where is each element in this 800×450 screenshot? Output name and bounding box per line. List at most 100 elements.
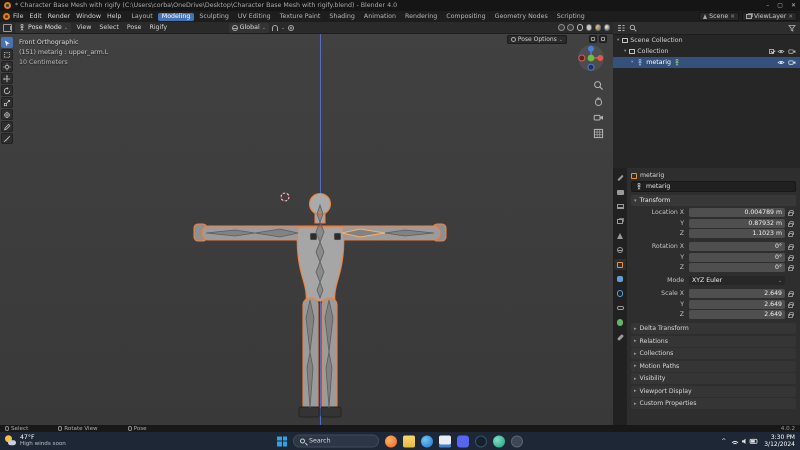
delta-transform-panel[interactable]: ▸ Delta Transform (631, 323, 796, 334)
lock-icon[interactable] (788, 244, 795, 251)
location-z-field[interactable]: 1.1023 m (689, 229, 785, 239)
measure-tool-button[interactable] (1, 133, 13, 144)
tab-shading[interactable]: Shading (325, 13, 359, 21)
move-tool-button[interactable] (1, 73, 13, 84)
outliner-row-scene-collection[interactable]: ▾ Scene Collection (613, 35, 800, 46)
tab-sculpting[interactable]: Sculpting (195, 13, 232, 21)
taskbar-app-icon[interactable] (475, 435, 487, 447)
tab-compositing[interactable]: Compositing (442, 13, 489, 21)
tool-tab-icon[interactable] (614, 172, 626, 183)
shading-options-icon[interactable] (599, 35, 607, 43)
select-menu[interactable]: Select (97, 24, 121, 31)
viewport-display-panel[interactable]: ▸ Viewport Display (631, 385, 796, 397)
tab-scripting[interactable]: Scripting (553, 13, 589, 21)
mode-dropdown[interactable]: Pose Mode ⌄ (15, 22, 71, 33)
overlays-toggle-icon[interactable] (567, 24, 574, 31)
object-name-field[interactable]: metarig (631, 181, 796, 192)
outliner-editor-icon[interactable] (617, 24, 625, 32)
tab-uv-editing[interactable]: UV Editing (234, 13, 275, 21)
xray-toggle-icon[interactable] (589, 35, 597, 43)
snap-options-icon[interactable]: ⌄ (281, 25, 285, 31)
scale-z-field[interactable]: 2.649 (689, 310, 785, 320)
filter-icon[interactable] (788, 24, 796, 32)
editor-type-icon[interactable] (3, 23, 12, 32)
object-data-tab-icon[interactable] (614, 317, 626, 328)
viewlayer-unlink-icon[interactable]: ✕ (788, 14, 793, 20)
rendered-shading-icon[interactable] (603, 24, 610, 31)
navigation-gizmo[interactable] (576, 43, 606, 73)
eye-icon[interactable] (777, 59, 785, 66)
constraints-tab-icon[interactable] (614, 303, 626, 314)
solid-shading-icon[interactable] (585, 24, 592, 31)
viewlayer-tab-icon[interactable] (614, 216, 626, 227)
relations-panel[interactable]: ▸ Relations (631, 335, 796, 347)
rigify-menu[interactable]: Rigify (147, 24, 170, 31)
tab-modeling[interactable]: Modeling (157, 12, 195, 21)
gizmo-toggle-icon[interactable] (557, 24, 565, 31)
lock-icon[interactable] (788, 210, 795, 217)
scene-unlink-icon[interactable]: ✕ (730, 14, 735, 20)
material-shading-icon[interactable] (594, 24, 601, 31)
pose-options-dropdown[interactable]: Pose Options ⌄ (506, 35, 567, 44)
menu-file[interactable]: File (10, 13, 27, 20)
expand-icon[interactable]: ▾ (631, 60, 633, 65)
tab-texture-paint[interactable]: Texture Paint (276, 13, 325, 21)
collections-panel[interactable]: ▸ Collections (631, 348, 796, 359)
pose-menu[interactable]: Pose (124, 24, 144, 31)
start-button[interactable] (277, 436, 287, 446)
tab-layout[interactable]: Layout (127, 13, 156, 21)
snap-magnet-icon[interactable] (271, 24, 278, 31)
rotation-z-field[interactable]: 0° (689, 263, 785, 273)
rotation-y-field[interactable]: 0° (689, 252, 785, 262)
proportional-editing-icon[interactable] (288, 24, 295, 31)
lock-icon[interactable] (788, 254, 795, 261)
scene-tab-icon[interactable] (614, 230, 626, 241)
lock-icon[interactable] (788, 265, 795, 272)
ortho-grid-icon[interactable] (593, 128, 604, 139)
outliner-row-metarig[interactable]: ▾ metarig (613, 57, 800, 68)
close-button[interactable]: ✕ (791, 2, 796, 9)
select-box-tool-button[interactable] (1, 49, 13, 60)
taskbar-app-icon[interactable] (439, 435, 451, 447)
3d-viewport[interactable]: Front Orthographic (151) metarig : upper… (0, 34, 613, 425)
tab-animation[interactable]: Animation (360, 13, 400, 21)
scale-y-field[interactable]: 2.649 (689, 299, 785, 309)
tray-status-icons[interactable] (731, 437, 759, 446)
transform-orientation-dropdown[interactable]: Global ⌄ (228, 22, 269, 33)
physics-tab-icon[interactable] (614, 288, 626, 299)
visibility-panel[interactable]: ▸ Visibility (631, 373, 796, 384)
rotation-mode-dropdown[interactable]: XYZ Euler ⌄ (689, 276, 785, 286)
taskbar-app-icon[interactable] (457, 435, 469, 447)
lock-icon[interactable] (788, 231, 795, 238)
camera-view-icon[interactable] (593, 112, 604, 123)
rotation-x-field[interactable]: 0° (689, 242, 785, 252)
exclude-checkbox[interactable] (769, 49, 774, 54)
bone-tab-icon[interactable] (614, 332, 626, 343)
weather-widget[interactable]: 47°F High winds soon (5, 434, 66, 448)
camera-disable-icon[interactable] (788, 48, 796, 55)
tray-expand-icon[interactable]: ^ (721, 438, 726, 445)
lock-icon[interactable] (788, 312, 795, 319)
transform-panel-header[interactable]: ▾ Transform (631, 195, 796, 206)
minimize-button[interactable]: – (766, 2, 769, 9)
eye-icon[interactable] (777, 48, 785, 55)
expand-icon[interactable]: ▾ (617, 38, 619, 43)
taskbar-app-icon[interactable] (511, 435, 523, 447)
taskbar-search[interactable]: Search (293, 434, 379, 448)
lock-icon[interactable] (788, 301, 795, 308)
outliner-row-collection[interactable]: ▾ Collection (613, 46, 800, 57)
tab-rendering[interactable]: Rendering (401, 13, 441, 21)
taskbar-app-icon[interactable] (421, 435, 433, 447)
zoom-icon[interactable] (593, 80, 604, 91)
cursor-tool-button[interactable] (1, 61, 13, 72)
search-icon[interactable] (629, 24, 637, 32)
viewlayer-selector[interactable]: ViewLayer ✕ (741, 12, 797, 21)
lock-icon[interactable] (788, 291, 795, 298)
tweak-tool-button[interactable] (1, 37, 13, 48)
maximize-button[interactable]: ▢ (777, 2, 783, 9)
taskbar-app-icon[interactable] (493, 435, 505, 447)
menu-help[interactable]: Help (104, 13, 124, 20)
pan-hand-icon[interactable] (593, 96, 604, 107)
view-menu[interactable]: View (74, 24, 94, 31)
clock-widget[interactable]: 3:30 PM 3/12/2024 (764, 434, 795, 448)
